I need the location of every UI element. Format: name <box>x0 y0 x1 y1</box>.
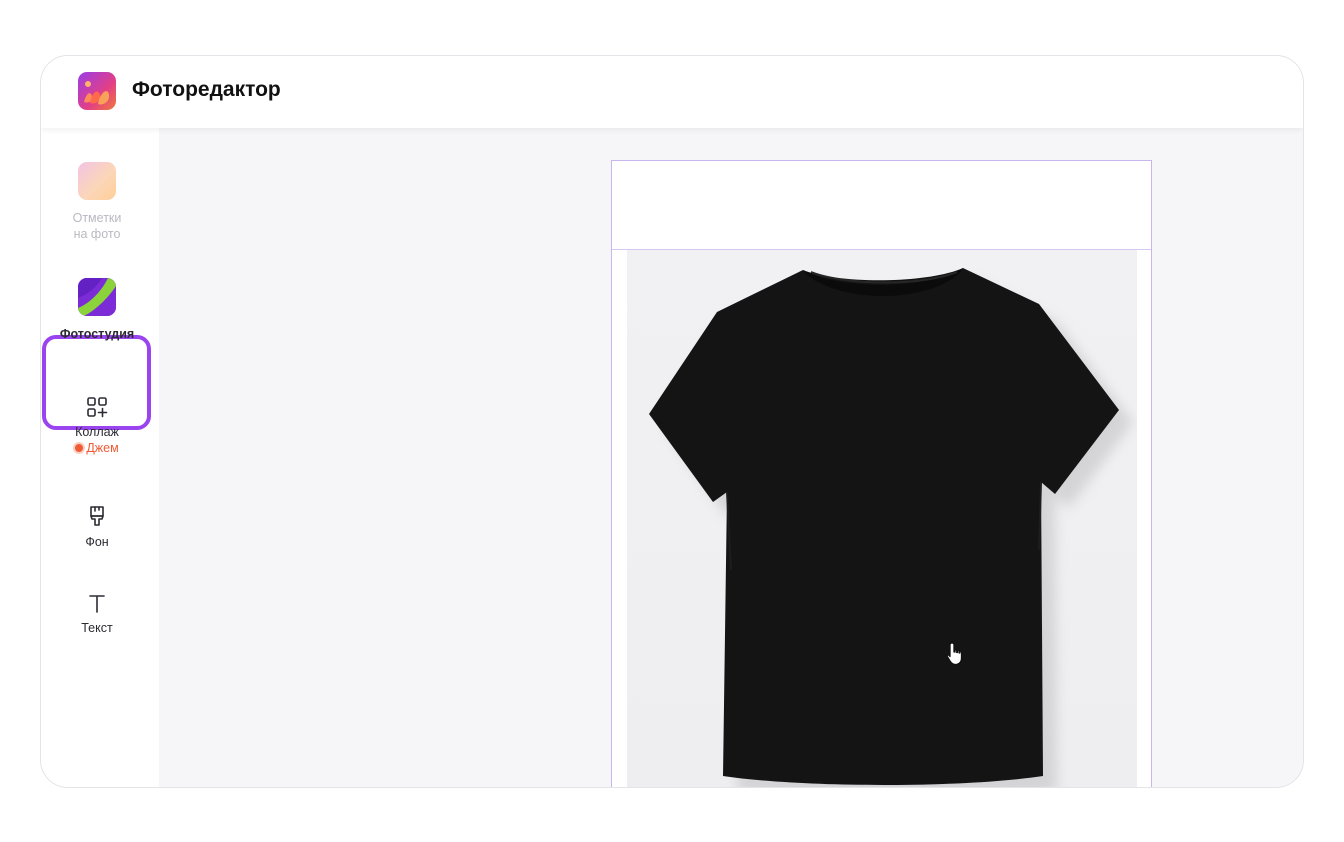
sidebar-item-photo-studio[interactable]: Фотостудия <box>41 278 153 342</box>
tshirt-image <box>649 268 1133 787</box>
hand-pointer-icon <box>946 642 963 666</box>
photo-studio-app-icon <box>78 278 116 316</box>
sidebar-item-label: Текст <box>81 621 113 635</box>
photo-marks-app-icon <box>78 162 116 200</box>
badge-label: Джем <box>86 441 119 455</box>
app-title: Фоторедактор <box>132 78 281 101</box>
app-logo-icon <box>78 72 116 110</box>
sidebar-item-label: на фото <box>73 227 121 241</box>
sidebar-item-label: Коллаж <box>75 425 119 439</box>
product-photo[interactable] <box>627 250 1137 787</box>
header: Фоторедактор <box>41 56 1303 128</box>
text-icon <box>89 595 105 613</box>
brush-icon <box>90 506 104 526</box>
canvas-area[interactable] <box>159 128 1303 787</box>
jam-badge: Джем <box>75 440 119 456</box>
sidebar-item-label: Фон <box>85 535 109 549</box>
collage-icon <box>87 397 108 418</box>
badge-dot-icon <box>75 444 84 452</box>
sidebar-item-text[interactable]: Текст <box>41 592 153 636</box>
sidebar-item-label: Отметки <box>72 211 122 225</box>
app-window: Фоторедактор Отметки на фото Фотостудия <box>40 55 1304 788</box>
sidebar-item-label: Фотостудия <box>59 327 135 341</box>
canvas-frame[interactable] <box>611 160 1152 787</box>
sidebar-item-photo-marks[interactable]: Отметки на фото <box>41 162 153 242</box>
sidebar-item-background[interactable]: Фон <box>41 504 153 550</box>
sidebar-item-collage[interactable]: Коллаж Джем <box>41 396 153 456</box>
sidebar: Отметки на фото Фотостудия Коллаж Джем Ф… <box>41 128 159 787</box>
